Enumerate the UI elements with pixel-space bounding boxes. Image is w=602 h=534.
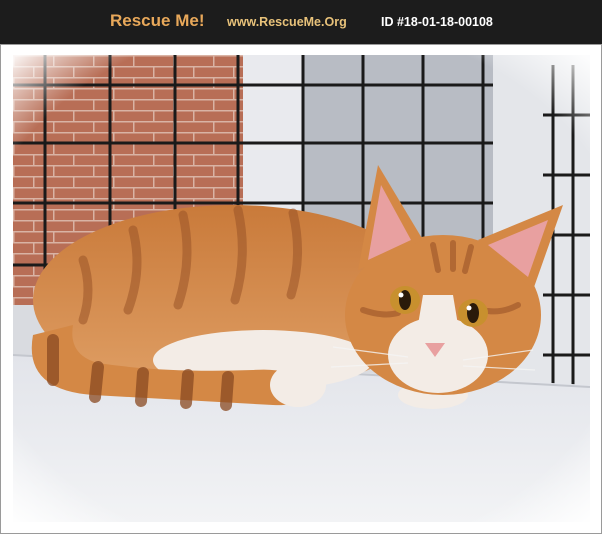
pet-photo: [13, 55, 590, 522]
site-url[interactable]: www.RescueMe.Org: [227, 15, 347, 29]
site-header: Rescue Me! www.RescueMe.Org ID #18-01-18…: [0, 0, 602, 44]
pet-id: ID #18-01-18-00108: [381, 15, 493, 29]
cat-image: [13, 55, 590, 522]
brand-logo[interactable]: Rescue Me!: [110, 11, 204, 31]
